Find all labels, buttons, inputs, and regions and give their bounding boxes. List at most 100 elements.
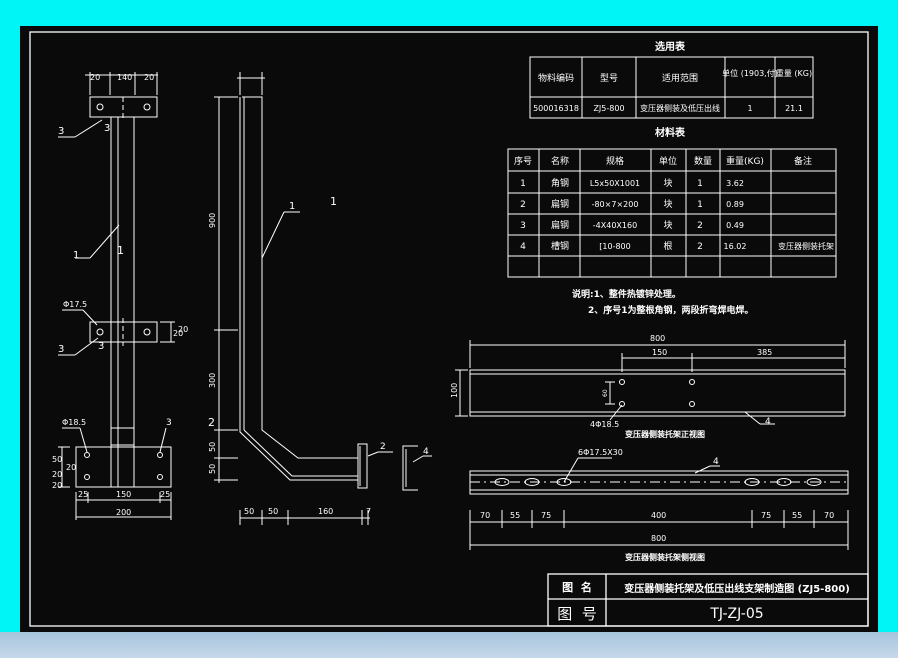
label-4-channel: 4 (423, 447, 429, 457)
dim-25-right: 25 (160, 490, 170, 499)
note-2: 2、序号1为整根角钢，两段折弯焊电焊。 (588, 304, 754, 316)
mat-r4-remark: 变压器侧装托架 (778, 241, 834, 251)
mat-r1-unit: 块 (663, 177, 672, 189)
label-1-side-leader: 1 (289, 201, 295, 212)
selection-table-title: 选用表 (655, 40, 686, 53)
dim-60: 60 (602, 389, 609, 397)
sel-header-unit: 单位 (1903,付) (722, 68, 778, 78)
mat-r4-qty: 2 (697, 242, 703, 252)
hole-label-side: 6Φ17.5X30 (578, 448, 623, 457)
mat-r4-unit: 根 (663, 240, 672, 252)
mat-r2-weight: 0.89 (726, 200, 744, 209)
label-4-side: 4 (713, 457, 719, 467)
dim-70-left: 70 (480, 511, 490, 520)
mat-header-unit: 单位 (659, 155, 677, 167)
sel-cell-weight: 21.1 (785, 104, 803, 113)
dim-150: 150 (116, 490, 131, 499)
sel-header-weight: 重量 (KG) (776, 68, 812, 78)
cad-drawing: 20 140 20 Φ17.5 Φ18.5 20 25 150 25 200 2… (20, 26, 878, 632)
dim-200: 200 (116, 508, 131, 517)
dim-55-right: 55 (792, 511, 802, 520)
title-name-value: 变压器侧装托架及低压出线支架制造图 (ZJ5-800) (624, 582, 850, 595)
sel-cell-code: 500016318 (533, 104, 579, 113)
mat-header-name: 名称 (551, 155, 569, 167)
dim-385: 385 (757, 348, 772, 357)
sel-cell-unit: 1 (747, 104, 752, 113)
mat-r2-unit: 块 (663, 198, 672, 210)
mat-r1-weight: 3.62 (726, 179, 744, 188)
label-3-mid: 3 (98, 341, 104, 352)
dim-20-right: 20 (144, 73, 154, 82)
mat-r1-no: 1 (520, 179, 526, 189)
mat-r2-name: 扁钢 (551, 198, 569, 210)
dim-20-left: 20 (90, 73, 100, 82)
mat-header-spec: 规格 (606, 155, 624, 167)
dim-55-left: 55 (510, 511, 520, 520)
mat-header-no: 序号 (514, 155, 532, 167)
dim-50-h1: 50 (244, 507, 254, 516)
note-1: 说明:1、整件热镀锌处理。 (572, 288, 681, 300)
mat-r2-spec: -80×7×200 (592, 200, 639, 209)
label-2-plate: 2 (380, 442, 386, 452)
hole-dim-18-5: Φ18.5 (62, 418, 86, 427)
mat-r3-qty: 2 (697, 221, 703, 231)
title-number-value: TJ-ZJ-05 (709, 606, 763, 622)
sel-cell-scope: 变压器侧装及低压出线 (640, 103, 720, 113)
dim-160: 160 (318, 507, 333, 516)
caption-top: 变压器侧装托架正视图 (625, 429, 705, 439)
title-name-label: 图 名 (562, 580, 592, 594)
dim-20-a: 20 (52, 470, 62, 479)
title-number-label: 图 号 (557, 605, 597, 623)
material-table-title: 材料表 (655, 126, 686, 139)
dim-25-left: 25 (78, 490, 88, 499)
dim-300: 300 (208, 373, 217, 388)
dim-50-v2: 50 (208, 464, 217, 474)
mat-r2-qty: 1 (697, 200, 703, 210)
sel-cell-model: ZJ5-800 (593, 104, 624, 113)
dim-100: 100 (450, 383, 459, 398)
dim-800-top: 800 (650, 334, 665, 343)
mat-r3-name: 扁钢 (551, 219, 569, 231)
mat-r4-spec: [10-800 (599, 242, 630, 251)
mat-r4-no: 4 (520, 242, 526, 252)
dim-75-left: 75 (541, 511, 551, 520)
dim-50-h2: 50 (268, 507, 278, 516)
mat-r3-spec: -4X40X160 (593, 221, 637, 230)
dim-20-vertical: 20 (66, 463, 76, 472)
dim-50-v1: 50 (208, 442, 217, 452)
dim-400: 400 (651, 511, 666, 520)
caption-side: 变压器侧装托架侧视图 (625, 552, 705, 562)
mat-r1-qty: 1 (697, 179, 703, 189)
label-4-top: 4 (765, 417, 771, 427)
label-1-leader: 1 (73, 250, 79, 261)
label-1-member: 1 (117, 244, 124, 257)
dim-7: 7 (366, 507, 371, 516)
label-3-base: 3 (166, 418, 172, 428)
sel-header-code: 物料编码 (538, 72, 574, 84)
label-3-top-leader: 3 (58, 126, 64, 137)
mat-header-qty: 数量 (694, 155, 712, 167)
dim-70-right: 70 (824, 511, 834, 520)
dim-50: 50 (52, 455, 62, 464)
label-2-side: 2 (208, 416, 215, 429)
dim-900: 900 (208, 213, 217, 228)
mat-r4-name: 槽钢 (551, 240, 569, 252)
label-3-top: 3 (104, 123, 110, 134)
sel-header-scope: 适用范围 (662, 72, 698, 84)
dim-20-b: 20 (52, 481, 62, 490)
mat-r1-spec: L5x50X1001 (590, 179, 640, 188)
mat-header-remark: 备注 (794, 155, 812, 167)
mat-r3-weight: 0.49 (726, 221, 744, 230)
mat-r4-weight: 16.02 (724, 242, 747, 251)
mat-r3-unit: 块 (663, 219, 672, 231)
label-1-side: 1 (330, 195, 337, 208)
hole-dim-17-5: Φ17.5 (63, 300, 87, 309)
hole-label-top: 4Φ18.5 (590, 420, 619, 429)
dim-800-side: 800 (651, 534, 666, 543)
sel-header-model: 型号 (600, 73, 618, 84)
mat-r3-no: 3 (520, 221, 526, 231)
mat-r2-no: 2 (520, 200, 526, 210)
mat-header-weight: 重量(KG) (726, 155, 764, 167)
dim-75-right: 75 (761, 511, 771, 520)
dim-150-top: 150 (652, 348, 667, 357)
